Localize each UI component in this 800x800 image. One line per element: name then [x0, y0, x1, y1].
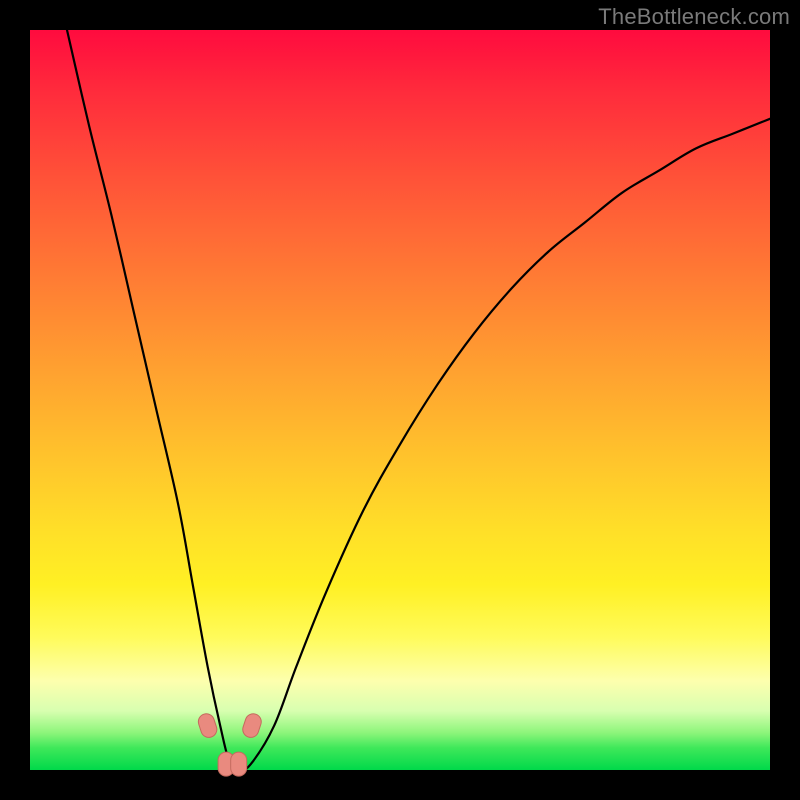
- curve-marker: [196, 712, 219, 740]
- watermark-text: TheBottleneck.com: [598, 4, 790, 30]
- curve-marker: [231, 752, 247, 776]
- curve-svg: [30, 30, 770, 770]
- bottleneck-curve: [67, 30, 770, 770]
- plot-area: [30, 30, 770, 770]
- curve-marker: [241, 712, 264, 740]
- chart-frame: TheBottleneck.com: [0, 0, 800, 800]
- marker-layer: [196, 712, 263, 776]
